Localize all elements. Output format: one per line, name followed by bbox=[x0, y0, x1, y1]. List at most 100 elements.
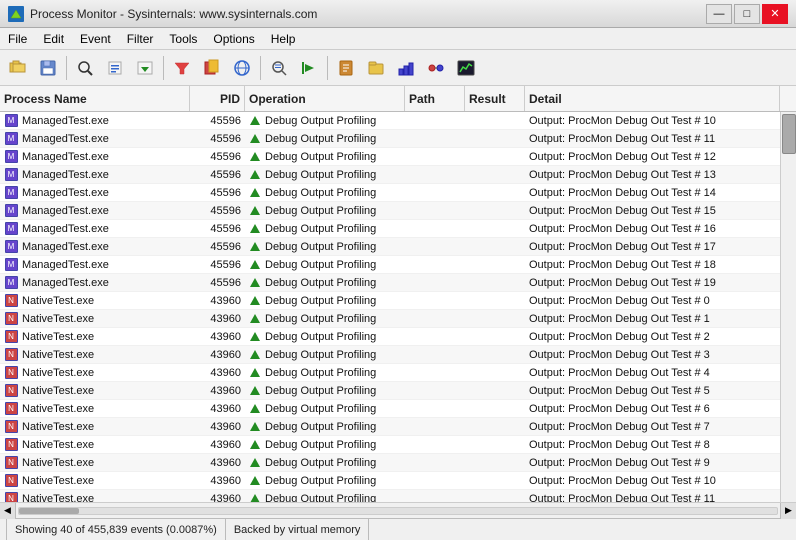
menu-help[interactable]: Help bbox=[263, 28, 304, 49]
table-row[interactable]: M ManagedTest.exe 45596 Debug Output Pro… bbox=[0, 256, 780, 274]
autoscroll-button[interactable] bbox=[131, 54, 159, 82]
process-icon-img: M bbox=[5, 240, 18, 253]
jump-button[interactable] bbox=[295, 54, 323, 82]
table-row[interactable]: N NativeTest.exe 43960 Debug Output Prof… bbox=[0, 490, 780, 502]
table-row[interactable]: M ManagedTest.exe 45596 Debug Output Pro… bbox=[0, 220, 780, 238]
process-button[interactable] bbox=[422, 54, 450, 82]
close-button[interactable]: ✕ bbox=[762, 4, 788, 24]
table-row[interactable]: M ManagedTest.exe 45596 Debug Output Pro… bbox=[0, 148, 780, 166]
table-row[interactable]: M ManagedTest.exe 45596 Debug Output Pro… bbox=[0, 112, 780, 130]
process-icon-img: M bbox=[5, 186, 18, 199]
operation-text: Debug Output Profiling bbox=[265, 259, 376, 271]
cell-path bbox=[405, 184, 465, 201]
menu-tools[interactable]: Tools bbox=[161, 28, 205, 49]
table-row[interactable]: N NativeTest.exe 43960 Debug Output Prof… bbox=[0, 328, 780, 346]
table-row[interactable]: N NativeTest.exe 43960 Debug Output Prof… bbox=[0, 292, 780, 310]
cell-path bbox=[405, 328, 465, 345]
menu-options[interactable]: Options bbox=[205, 28, 262, 49]
hscroll-right-button[interactable]: ▶ bbox=[780, 503, 796, 519]
column-header-process[interactable]: Process Name bbox=[0, 86, 190, 111]
cell-operation: Debug Output Profiling bbox=[245, 418, 405, 435]
process-name: NativeTest.exe bbox=[22, 313, 94, 325]
horizontal-scroll-bar[interactable]: ◀ ▶ bbox=[0, 502, 796, 518]
table-scroll-inner[interactable]: M ManagedTest.exe 45596 Debug Output Pro… bbox=[0, 112, 780, 502]
cell-result bbox=[465, 238, 525, 255]
cell-result bbox=[465, 130, 525, 147]
cell-path bbox=[405, 130, 465, 147]
cell-result bbox=[465, 454, 525, 471]
cell-detail: Output: ProcMon Debug Out Test # 11 bbox=[525, 130, 780, 147]
table-row[interactable]: M ManagedTest.exe 45596 Debug Output Pro… bbox=[0, 202, 780, 220]
menu-file[interactable]: File bbox=[0, 28, 35, 49]
highlight2-button[interactable] bbox=[198, 54, 226, 82]
operation-text: Debug Output Profiling bbox=[265, 403, 376, 415]
menu-edit[interactable]: Edit bbox=[35, 28, 72, 49]
highlight-button[interactable] bbox=[101, 54, 129, 82]
open-button[interactable] bbox=[4, 54, 32, 82]
column-header-pid[interactable]: PID bbox=[190, 86, 245, 111]
registry-button[interactable] bbox=[332, 54, 360, 82]
cell-result bbox=[465, 382, 525, 399]
minimize-button[interactable]: — bbox=[706, 4, 732, 24]
window-title: Process Monitor - Sysinternals: www.sysi… bbox=[30, 7, 317, 21]
process-icon: M bbox=[4, 204, 18, 218]
cell-pid: 45596 bbox=[190, 238, 245, 255]
table-row[interactable]: N NativeTest.exe 43960 Debug Output Prof… bbox=[0, 400, 780, 418]
cell-operation: Debug Output Profiling bbox=[245, 346, 405, 363]
table-row[interactable]: N NativeTest.exe 43960 Debug Output Prof… bbox=[0, 346, 780, 364]
column-header-path[interactable]: Path bbox=[405, 86, 465, 111]
hscroll-thumb[interactable] bbox=[19, 508, 79, 514]
operation-text: Debug Output Profiling bbox=[265, 205, 376, 217]
table-row[interactable]: M ManagedTest.exe 45596 Debug Output Pro… bbox=[0, 238, 780, 256]
cell-process: N NativeTest.exe bbox=[0, 418, 190, 435]
network2-button[interactable] bbox=[392, 54, 420, 82]
column-header-result[interactable]: Result bbox=[465, 86, 525, 111]
cell-operation: Debug Output Profiling bbox=[245, 148, 405, 165]
save-button[interactable] bbox=[34, 54, 62, 82]
table-row[interactable]: N NativeTest.exe 43960 Debug Output Prof… bbox=[0, 310, 780, 328]
process-icon: N bbox=[4, 312, 18, 326]
cell-pid: 43960 bbox=[190, 382, 245, 399]
table-row[interactable]: M ManagedTest.exe 45596 Debug Output Pro… bbox=[0, 166, 780, 184]
table-row[interactable]: M ManagedTest.exe 45596 Debug Output Pro… bbox=[0, 274, 780, 292]
maximize-button[interactable]: □ bbox=[734, 4, 760, 24]
process-icon: N bbox=[4, 492, 18, 503]
cell-path bbox=[405, 382, 465, 399]
column-header-detail[interactable]: Detail bbox=[525, 86, 780, 111]
magnify-button[interactable] bbox=[71, 54, 99, 82]
filesystem-button[interactable] bbox=[362, 54, 390, 82]
scroll-thumb[interactable] bbox=[782, 114, 796, 154]
network-button[interactable] bbox=[228, 54, 256, 82]
table-row[interactable]: M ManagedTest.exe 45596 Debug Output Pro… bbox=[0, 184, 780, 202]
table-row[interactable]: N NativeTest.exe 43960 Debug Output Prof… bbox=[0, 382, 780, 400]
process-name: NativeTest.exe bbox=[22, 349, 94, 361]
filter-button[interactable] bbox=[168, 54, 196, 82]
process-icon-img: M bbox=[5, 132, 18, 145]
cell-pid: 43960 bbox=[190, 490, 245, 502]
cell-operation: Debug Output Profiling bbox=[245, 292, 405, 309]
menu-filter[interactable]: Filter bbox=[119, 28, 162, 49]
process-icon: M bbox=[4, 276, 18, 290]
cell-pid: 43960 bbox=[190, 364, 245, 381]
menu-event[interactable]: Event bbox=[72, 28, 119, 49]
hscroll-left-button[interactable]: ◀ bbox=[0, 503, 16, 519]
table-row[interactable]: N NativeTest.exe 43960 Debug Output Prof… bbox=[0, 364, 780, 382]
column-header-operation[interactable]: Operation bbox=[245, 86, 405, 111]
process-icon-img: N bbox=[5, 384, 18, 397]
table-row[interactable]: N NativeTest.exe 43960 Debug Output Prof… bbox=[0, 454, 780, 472]
table-row[interactable]: N NativeTest.exe 43960 Debug Output Prof… bbox=[0, 436, 780, 454]
profiling-button[interactable] bbox=[452, 54, 480, 82]
table-scroll-container[interactable]: M ManagedTest.exe 45596 Debug Output Pro… bbox=[0, 112, 796, 502]
operation-text: Debug Output Profiling bbox=[265, 421, 376, 433]
find-button[interactable] bbox=[265, 54, 293, 82]
table-row[interactable]: N NativeTest.exe 43960 Debug Output Prof… bbox=[0, 418, 780, 436]
table-row[interactable]: N NativeTest.exe 43960 Debug Output Prof… bbox=[0, 472, 780, 490]
table-row[interactable]: M ManagedTest.exe 45596 Debug Output Pro… bbox=[0, 130, 780, 148]
vertical-scrollbar[interactable] bbox=[780, 112, 796, 502]
menu-bar: File Edit Event Filter Tools Options Hel… bbox=[0, 28, 796, 50]
operation-text: Debug Output Profiling bbox=[265, 331, 376, 343]
hscroll-track[interactable] bbox=[18, 507, 778, 515]
cell-detail: Output: ProcMon Debug Out Test # 3 bbox=[525, 346, 780, 363]
process-icon: M bbox=[4, 258, 18, 272]
operation-text: Debug Output Profiling bbox=[265, 493, 376, 503]
